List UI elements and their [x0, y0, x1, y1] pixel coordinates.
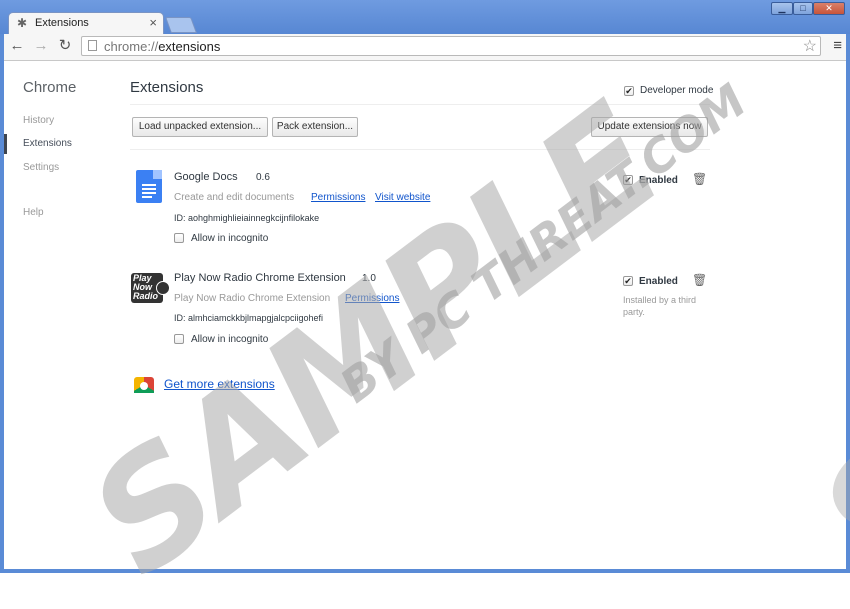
enabled-checkbox[interactable]: ✔	[623, 276, 633, 286]
trash-icon[interactable]: 🗑	[692, 273, 707, 287]
sidebar-title: Chrome	[23, 79, 77, 96]
reload-icon[interactable]: ↻	[56, 37, 74, 55]
chrome-web-store-icon	[134, 377, 154, 393]
allow-incognito-label: Allow in incognito	[191, 233, 269, 244]
page-title: Extensions	[130, 79, 204, 96]
page-icon	[88, 40, 97, 51]
menu-icon[interactable]: ≡	[833, 37, 842, 54]
sidebar-item-settings[interactable]: Settings	[23, 162, 59, 173]
trash-icon[interactable]: 🗑	[692, 172, 707, 186]
extension-id: ID: almhciamckkbjlmapgjalcpciigohefi	[174, 313, 324, 323]
toolbar: ← → ↻ chrome://extensions ☆ ≡	[4, 34, 846, 61]
close-tab-icon[interactable]: ×	[149, 15, 157, 30]
tab-title: Extensions	[35, 17, 89, 29]
extension-name: Google Docs	[174, 171, 238, 183]
enabled-checkbox[interactable]: ✔	[623, 175, 633, 185]
visit-website-link[interactable]: Visit website	[375, 192, 430, 203]
pack-extension-button[interactable]: Pack extension...	[272, 117, 358, 137]
buttons-divider	[130, 149, 710, 150]
allow-incognito-label: Allow in incognito	[191, 334, 269, 345]
extension-name: Play Now Radio Chrome Extension	[174, 272, 346, 284]
extension-id: ID: aohghmighlieiainnegkcijnfilokake	[174, 213, 320, 223]
page-content: Chrome History Extensions Settings Help …	[4, 61, 846, 569]
allow-incognito-checkbox[interactable]	[174, 233, 184, 243]
sidebar-active-indicator	[4, 134, 7, 154]
play-icon	[156, 281, 170, 295]
enabled-label: Enabled	[639, 175, 678, 186]
get-more-extensions-link[interactable]: Get more extensions	[164, 377, 275, 391]
forward-icon[interactable]: →	[32, 37, 50, 55]
new-tab-button[interactable]	[165, 17, 197, 33]
puzzle-icon: ✱	[17, 16, 28, 30]
bookmark-star-icon[interactable]: ☆	[803, 36, 817, 56]
tab-extensions[interactable]: ✱ Extensions ×	[8, 12, 164, 34]
permissions-link[interactable]: Permissions	[345, 293, 399, 304]
extension-version: 1.0	[362, 273, 376, 284]
title-divider	[130, 104, 710, 105]
load-unpacked-button[interactable]: Load unpacked extension...	[132, 117, 268, 137]
extension-description: Play Now Radio Chrome Extension	[174, 293, 331, 304]
installed-by-third-party-note: Installed by a third party.	[623, 295, 697, 317]
close-window-button[interactable]: ✕	[813, 2, 845, 15]
developer-mode-label: Developer mode	[640, 85, 714, 96]
update-extensions-button[interactable]: Update extensions now	[591, 117, 708, 137]
play-now-radio-icon: Play Now Radio	[129, 271, 170, 305]
enabled-label: Enabled	[639, 276, 678, 287]
browser-window: ✱ Extensions × ▁ □ ✕ ← → ↻ chrome://exte…	[0, 0, 850, 573]
maximize-button[interactable]: □	[793, 2, 813, 15]
url-text: chrome://extensions	[104, 39, 221, 54]
developer-mode-checkbox[interactable]: ✔	[624, 86, 634, 96]
back-icon[interactable]: ←	[8, 37, 26, 55]
sidebar-item-history[interactable]: History	[23, 115, 54, 126]
extension-version: 0.6	[256, 172, 270, 183]
sidebar-item-help[interactable]: Help	[23, 207, 44, 218]
google-docs-icon	[136, 170, 162, 203]
address-bar[interactable]: chrome://extensions ☆	[81, 36, 821, 56]
permissions-link[interactable]: Permissions	[311, 192, 365, 203]
extension-description: Create and edit documents	[174, 192, 295, 203]
sidebar-item-extensions[interactable]: Extensions	[23, 138, 72, 149]
title-bar: ✱ Extensions × ▁ □ ✕	[0, 0, 850, 34]
minimize-button[interactable]: ▁	[771, 2, 793, 15]
allow-incognito-checkbox[interactable]	[174, 334, 184, 344]
